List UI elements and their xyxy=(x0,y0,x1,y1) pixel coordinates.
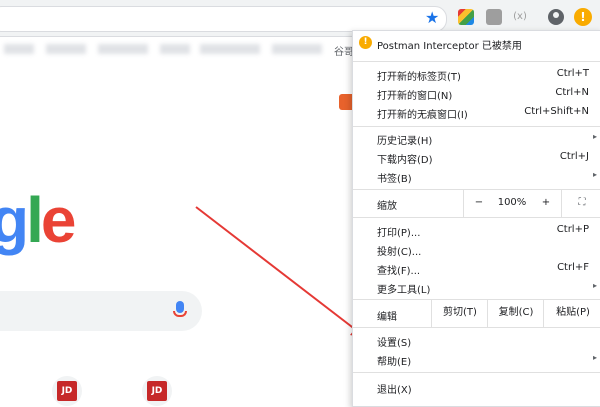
menu-divider xyxy=(353,372,600,373)
shortcut-tile[interactable]: JD xyxy=(52,376,82,406)
menu-item-label: 打开新的标签页(T) xyxy=(377,72,461,83)
search-box[interactable] xyxy=(0,291,202,331)
menu-item-label: 书签(B) xyxy=(377,174,412,185)
logo-letter-g: g xyxy=(0,184,29,256)
fullscreen-icon[interactable]: ⛶ xyxy=(561,189,600,217)
menu-item-help[interactable]: 帮助(E) ▸ xyxy=(353,350,600,369)
zoom-value: 100% xyxy=(497,197,527,208)
warning-icon: ! xyxy=(359,36,372,49)
menu-item-shortcut: Ctrl+T xyxy=(556,68,589,79)
bookmark-label[interactable]: 谷哥 xyxy=(334,43,354,58)
menu-item-label: 退出(X) xyxy=(377,385,412,396)
formula-extension-icon[interactable]: (x) xyxy=(512,9,528,25)
menu-item-settings[interactable]: 设置(S) xyxy=(353,331,600,350)
menu-item-label: 查找(F)... xyxy=(377,266,421,277)
menu-divider xyxy=(353,217,600,218)
blurred-bookmark[interactable] xyxy=(272,44,322,54)
jd-icon: JD xyxy=(57,381,77,401)
menu-item-new-tab[interactable]: 打开新的标签页(T) Ctrl+T xyxy=(353,65,600,84)
address-bar[interactable] xyxy=(0,6,447,32)
menu-item-shortcut: Ctrl+F xyxy=(557,262,589,273)
menu-item-shortcut: Ctrl+J xyxy=(559,151,589,162)
zoom-in-button[interactable]: + xyxy=(531,189,561,217)
extension-warning-label: Postman Interceptor 已被禁用 xyxy=(377,41,522,52)
star-icon[interactable]: ★ xyxy=(425,9,439,27)
menu-item-shortcut: Ctrl+P xyxy=(556,224,589,235)
jd-icon: JD xyxy=(147,381,167,401)
menu-item-label: 更多工具(L) xyxy=(377,285,431,296)
blurred-bookmark[interactable] xyxy=(200,44,260,54)
copy-button[interactable]: 复制(C) xyxy=(487,299,544,327)
menu-item-history[interactable]: 历史记录(H) ▸ xyxy=(353,129,600,148)
zoom-row: 缩放 − 100% + ⛶ xyxy=(353,189,600,217)
menu-item-cast[interactable]: 投射(C)... xyxy=(353,240,600,259)
logo-letter-e: e xyxy=(40,184,77,256)
google-logo: gle xyxy=(0,188,76,252)
menu-item-label: 打印(P)... xyxy=(377,228,421,239)
menu-item-downloads[interactable]: 下载内容(D) Ctrl+J xyxy=(353,148,600,167)
blurred-bookmark[interactable] xyxy=(46,44,86,54)
colorful-extension-icon[interactable] xyxy=(458,9,474,25)
menu-item-shortcut: Ctrl+Shift+N xyxy=(524,106,589,117)
chrome-main-menu: ! Postman Interceptor 已被禁用 打开新的标签页(T) Ct… xyxy=(352,30,600,407)
edit-row: 编辑 剪切(T) 复制(C) 粘贴(P) xyxy=(353,299,600,327)
menu-item-label: 帮助(E) xyxy=(377,357,412,368)
menu-divider xyxy=(353,327,600,328)
menu-item-exit[interactable]: 退出(X) xyxy=(353,378,600,397)
menu-item-label: 历史记录(H) xyxy=(377,136,433,147)
chevron-right-icon: ▸ xyxy=(592,170,597,179)
menu-item-new-window[interactable]: 打开新的窗口(N) Ctrl+N xyxy=(353,84,600,103)
chevron-right-icon: ▸ xyxy=(592,281,597,290)
menu-item-shortcut: Ctrl+N xyxy=(555,87,589,98)
menu-item-label: 下载内容(D) xyxy=(377,155,433,166)
menu-divider xyxy=(353,61,600,62)
menu-item-bookmarks[interactable]: 书签(B) ▸ xyxy=(353,167,600,186)
logo-letter-l: l xyxy=(26,184,44,256)
bookmarks-bar xyxy=(0,38,355,60)
chevron-right-icon: ▸ xyxy=(592,353,597,362)
paste-button[interactable]: 粘贴(P) xyxy=(543,299,600,327)
blurred-bookmark[interactable] xyxy=(4,44,34,54)
menu-item-label: 设置(S) xyxy=(377,338,412,349)
zoom-label: 缩放 xyxy=(377,201,397,212)
menu-item-incognito[interactable]: 打开新的无痕窗口(I) Ctrl+Shift+N xyxy=(353,103,600,122)
avatar-icon[interactable] xyxy=(548,9,564,25)
menu-item-print[interactable]: 打印(P)... Ctrl+P xyxy=(353,221,600,240)
chevron-right-icon: ▸ xyxy=(592,132,597,141)
gray-extension-icon[interactable] xyxy=(486,9,502,25)
cut-button[interactable]: 剪切(T) xyxy=(431,299,488,327)
edit-label: 编辑 xyxy=(377,312,397,323)
menu-divider xyxy=(353,126,600,127)
menu-item-label: 投射(C)... xyxy=(377,247,422,258)
mic-icon[interactable] xyxy=(173,301,187,317)
blurred-bookmark[interactable] xyxy=(98,44,148,54)
menu-item-label: 打开新的窗口(N) xyxy=(377,91,453,102)
zoom-out-button[interactable]: − xyxy=(463,189,494,217)
extension-warning-item[interactable]: ! Postman Interceptor 已被禁用 xyxy=(353,31,600,57)
menu-item-more-tools[interactable]: 更多工具(L) ▸ xyxy=(353,278,600,297)
warning-icon[interactable]: ! xyxy=(574,8,592,26)
shortcut-tile[interactable]: JD xyxy=(142,376,172,406)
menu-item-find[interactable]: 查找(F)... Ctrl+F xyxy=(353,259,600,278)
blurred-bookmark[interactable] xyxy=(160,44,190,54)
menu-item-label: 打开新的无痕窗口(I) xyxy=(377,110,468,121)
